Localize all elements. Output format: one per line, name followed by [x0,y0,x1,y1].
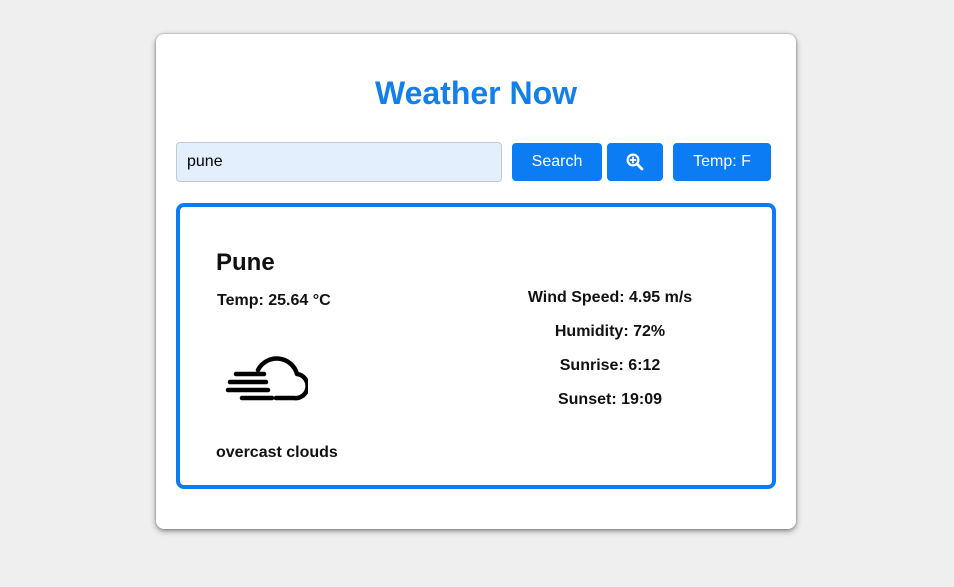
city-search-input[interactable] [176,142,502,182]
temperature-text: Temp: 25.64 °C [217,292,331,309]
app-card: Weather Now Search Temp: F Pune Temp: 25… [156,34,796,529]
city-name: Pune [216,249,275,276]
weather-details: Wind Speed: 4.95 m/s Humidity: 72% Sunri… [490,288,730,424]
sunset-text: Sunset: 19:09 [557,391,663,408]
app-title: Weather Now [374,75,578,111]
humidity-text: Humidity: 72% [554,323,666,340]
location-search-button[interactable] [607,143,663,181]
search-button[interactable]: Search [512,143,602,181]
zoom-in-icon [626,153,644,171]
cloud-wind-icon [225,356,308,401]
temp-unit-toggle-button[interactable]: Temp: F [673,143,771,181]
wind-speed-text: Wind Speed: 4.95 m/s [527,289,693,306]
weather-description: overcast clouds [216,444,338,461]
weather-panel: Pune Temp: 25.64 °C overcast clouds Wind… [176,203,776,489]
sunrise-text: Sunrise: 6:12 [559,357,661,374]
